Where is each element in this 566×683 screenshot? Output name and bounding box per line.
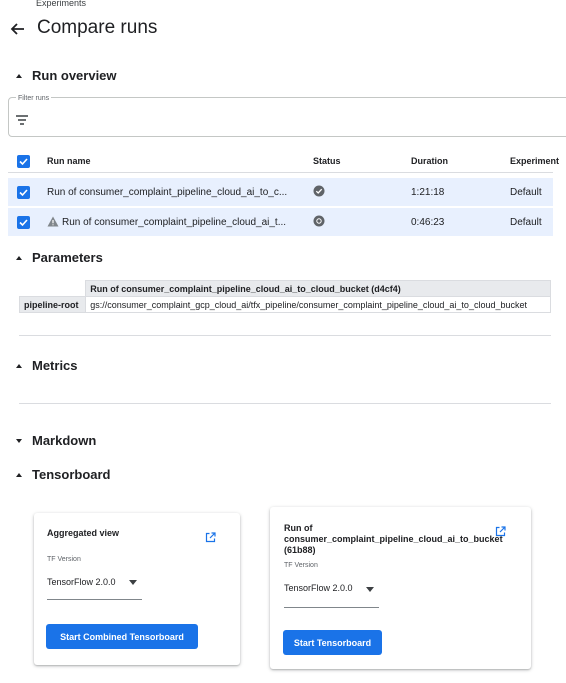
run-duration: 1:21:18 [411,187,445,198]
select-underline [284,607,379,608]
parameters-corner-cell [18,280,87,297]
check-icon [19,219,28,227]
column-header-duration[interactable]: Duration [411,156,448,166]
section-title-parameters[interactable]: Parameters [32,250,103,265]
collapse-run-overview-icon[interactable] [14,71,24,81]
warning-icon [47,216,59,227]
parameter-key: pipeline-root [18,296,87,313]
tf-version-label: TF Version [284,562,318,569]
start-tensorboard-button[interactable]: Start Tensorboard [283,630,382,655]
column-header-run-name[interactable]: Run name [47,156,91,166]
collapse-tensorboard-icon[interactable] [14,470,24,480]
run-name-link[interactable]: Run of consumer_complaint_pipeline_cloud… [47,187,287,198]
tf-version-select[interactable]: TensorFlow 2.0.0 [47,573,142,603]
collapse-metrics-icon[interactable] [14,361,24,371]
start-combined-tensorboard-button[interactable]: Start Combined Tensorboard [46,624,198,649]
column-header-experiment[interactable]: Experiment [510,156,559,166]
dropdown-arrow-icon [129,580,137,585]
section-title-run-overview[interactable]: Run overview [32,68,117,83]
open-in-new-icon[interactable] [205,532,216,543]
tensorboard-card-run: Run of consumer_complaint_pipeline_cloud… [270,507,531,669]
section-divider [19,335,551,336]
collapse-parameters-icon[interactable] [14,253,24,263]
open-in-new-icon[interactable] [495,526,506,537]
parameters-table: Run of consumer_complaint_pipeline_cloud… [18,280,551,313]
tf-version-value: TensorFlow 2.0.0 [47,577,116,587]
check-icon [19,189,28,197]
row-checkbox[interactable] [17,186,30,199]
tensorboard-card-aggregated: Aggregated view TF Version TensorFlow 2.… [34,513,240,665]
running-icon [313,215,325,227]
filter-icon[interactable] [15,114,29,126]
run-experiment[interactable]: Default [510,217,542,228]
column-header-status[interactable]: Status [313,156,341,166]
filter-runs-label: Filter runs [16,95,52,102]
check-icon [19,158,28,166]
parameters-column-header: Run of consumer_complaint_pipeline_cloud… [85,280,551,297]
row-checkbox[interactable] [17,216,30,229]
card-title-line: consumer_complaint_pipeline_cloud_ai_to_… [284,534,503,544]
card-title-line: Run of [284,523,313,533]
dropdown-arrow-icon [366,587,374,592]
section-divider [19,403,551,404]
section-title-markdown[interactable]: Markdown [32,433,96,448]
section-title-metrics[interactable]: Metrics [32,358,78,373]
tf-version-value: TensorFlow 2.0.0 [284,583,353,593]
card-title: Aggregated view [47,528,120,538]
check-circle-icon [313,185,325,197]
page-title: Compare runs [37,17,158,38]
select-all-checkbox[interactable] [17,155,30,168]
back-arrow-icon[interactable] [8,19,28,39]
filter-runs-field[interactable] [8,97,566,137]
breadcrumb[interactable]: Experiments [36,0,86,8]
run-experiment[interactable]: Default [510,187,542,198]
tf-version-label: TF Version [47,556,81,563]
parameter-value: gs://consumer_complaint_gcp_cloud_ai/tfx… [85,296,551,313]
run-duration: 0:46:23 [411,217,445,228]
expand-markdown-icon[interactable] [14,436,24,446]
card-title-line: (61b88) [284,545,316,555]
tf-version-select[interactable]: TensorFlow 2.0.0 [284,579,379,609]
select-underline [47,599,142,600]
run-name-link[interactable]: Run of consumer_complaint_pipeline_cloud… [62,217,286,228]
table-header-divider [8,172,553,173]
section-title-tensorboard[interactable]: Tensorboard [32,467,111,482]
